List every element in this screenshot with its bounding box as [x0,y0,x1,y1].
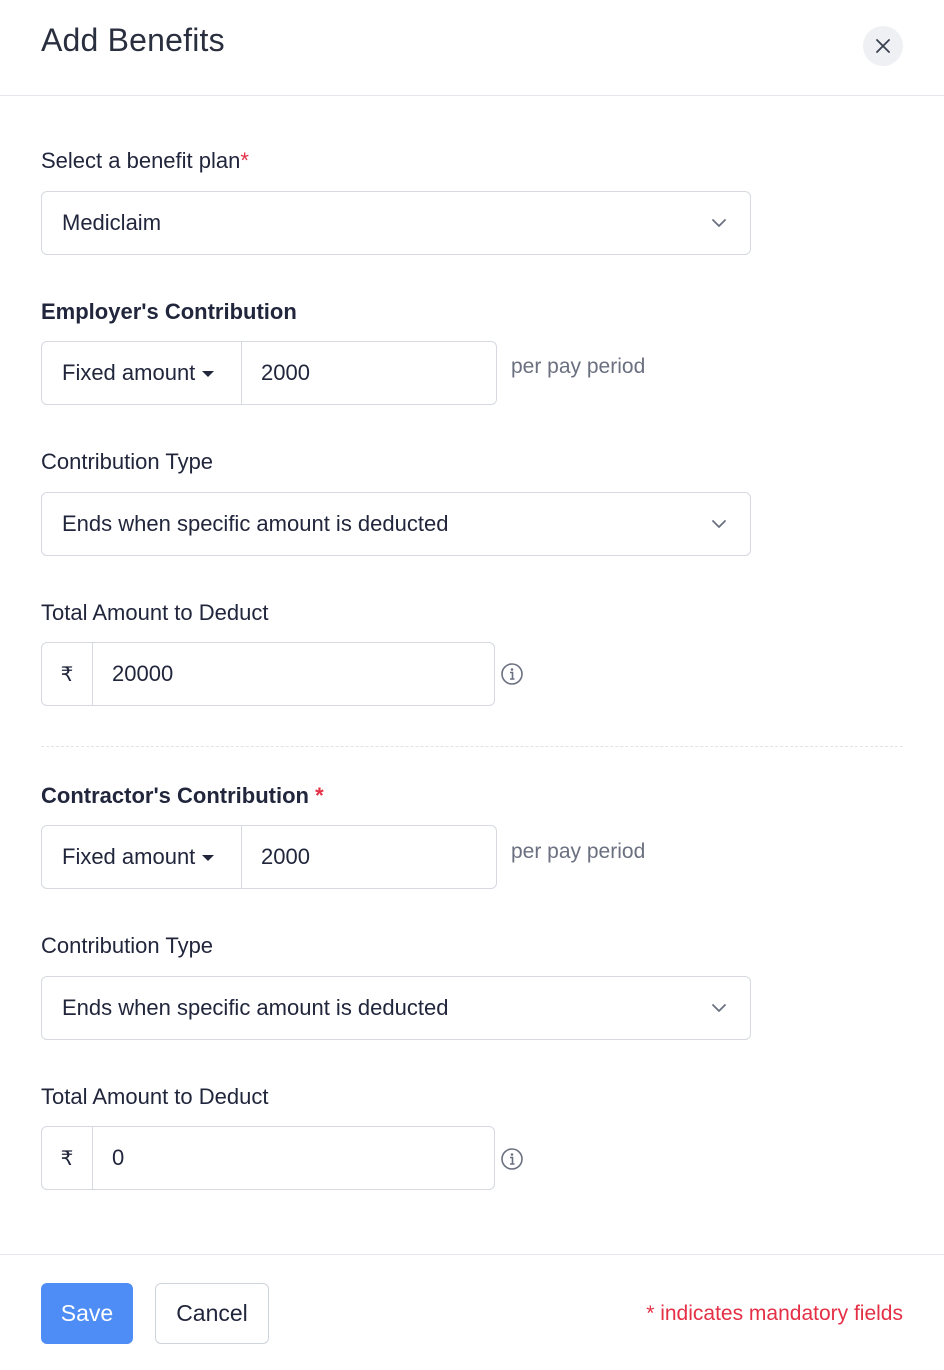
employer-type-value: Fixed amount [62,360,196,385]
close-button[interactable] [863,26,903,66]
mandatory-fields-note: * indicates mandatory fields [646,1302,903,1325]
info-icon[interactable] [500,662,524,686]
caret-down-icon [202,855,215,861]
save-button[interactable]: Save [41,1283,133,1344]
contractor-contribution-type-label: Contribution Type [41,933,214,958]
benefit-plan-value: Mediclaim [62,210,162,235]
contractor-contribution-heading-text: Contractor's Contribution [41,783,309,808]
info-icon[interactable] [500,1147,524,1171]
employer-contribution-type-value: Ends when specific amount is deducted [62,511,449,536]
section-divider [41,746,903,747]
benefit-plan-label-text: Select a benefit plan [41,148,241,173]
employer-contribution-heading: Employer's Contribution [41,299,297,324]
contractor-contribution-type-value: Ends when specific amount is deducted [62,995,449,1020]
contractor-total-field: ₹ 0 [41,1126,495,1190]
currency-symbol: ₹ [42,1127,93,1189]
employer-amount-input[interactable]: 2000 [242,342,496,404]
contractor-total-label: Total Amount to Deduct [41,1084,269,1109]
caret-down-icon [202,371,215,377]
employer-total-input[interactable]: 20000 [93,643,494,705]
employer-total-value: 20000 [112,661,174,686]
contractor-type-dropdown[interactable]: Fixed amount [42,826,242,888]
contractor-contribution-heading: Contractor's Contribution * [41,783,324,809]
contractor-total-value: 0 [112,1145,125,1170]
chevron-down-icon [712,219,726,227]
close-icon [876,39,890,53]
employer-contribution-type-select[interactable]: Ends when specific amount is deducted [41,492,751,556]
contractor-period-suffix: per pay period [511,840,646,863]
contractor-total-input[interactable]: 0 [93,1127,494,1189]
employer-contribution-field: Fixed amount 2000 [41,341,497,405]
contractor-amount-input[interactable]: 2000 [242,826,496,888]
employer-total-field: ₹ 20000 [41,642,495,706]
employer-period-suffix: per pay period [511,355,646,378]
contractor-contribution-field: Fixed amount 2000 [41,825,497,889]
modal-header: Add Benefits [0,0,944,96]
employer-amount-value: 2000 [261,360,310,385]
contractor-type-value: Fixed amount [62,844,196,869]
contractor-contribution-type-select[interactable]: Ends when specific amount is deducted [41,976,751,1040]
chevron-down-icon [712,520,726,528]
benefit-plan-label: Select a benefit plan* [41,148,249,174]
required-mark: * [315,783,324,808]
contractor-amount-value: 2000 [261,844,310,869]
page-title: Add Benefits [41,22,225,58]
chevron-down-icon [712,1004,726,1012]
benefit-plan-select[interactable]: Mediclaim [41,191,751,255]
employer-total-label: Total Amount to Deduct [41,600,269,625]
required-mark: * [240,148,249,173]
cancel-button[interactable]: Cancel [155,1283,269,1344]
currency-symbol: ₹ [42,643,93,705]
employer-contribution-type-label: Contribution Type [41,449,214,474]
employer-type-dropdown[interactable]: Fixed amount [42,342,242,404]
